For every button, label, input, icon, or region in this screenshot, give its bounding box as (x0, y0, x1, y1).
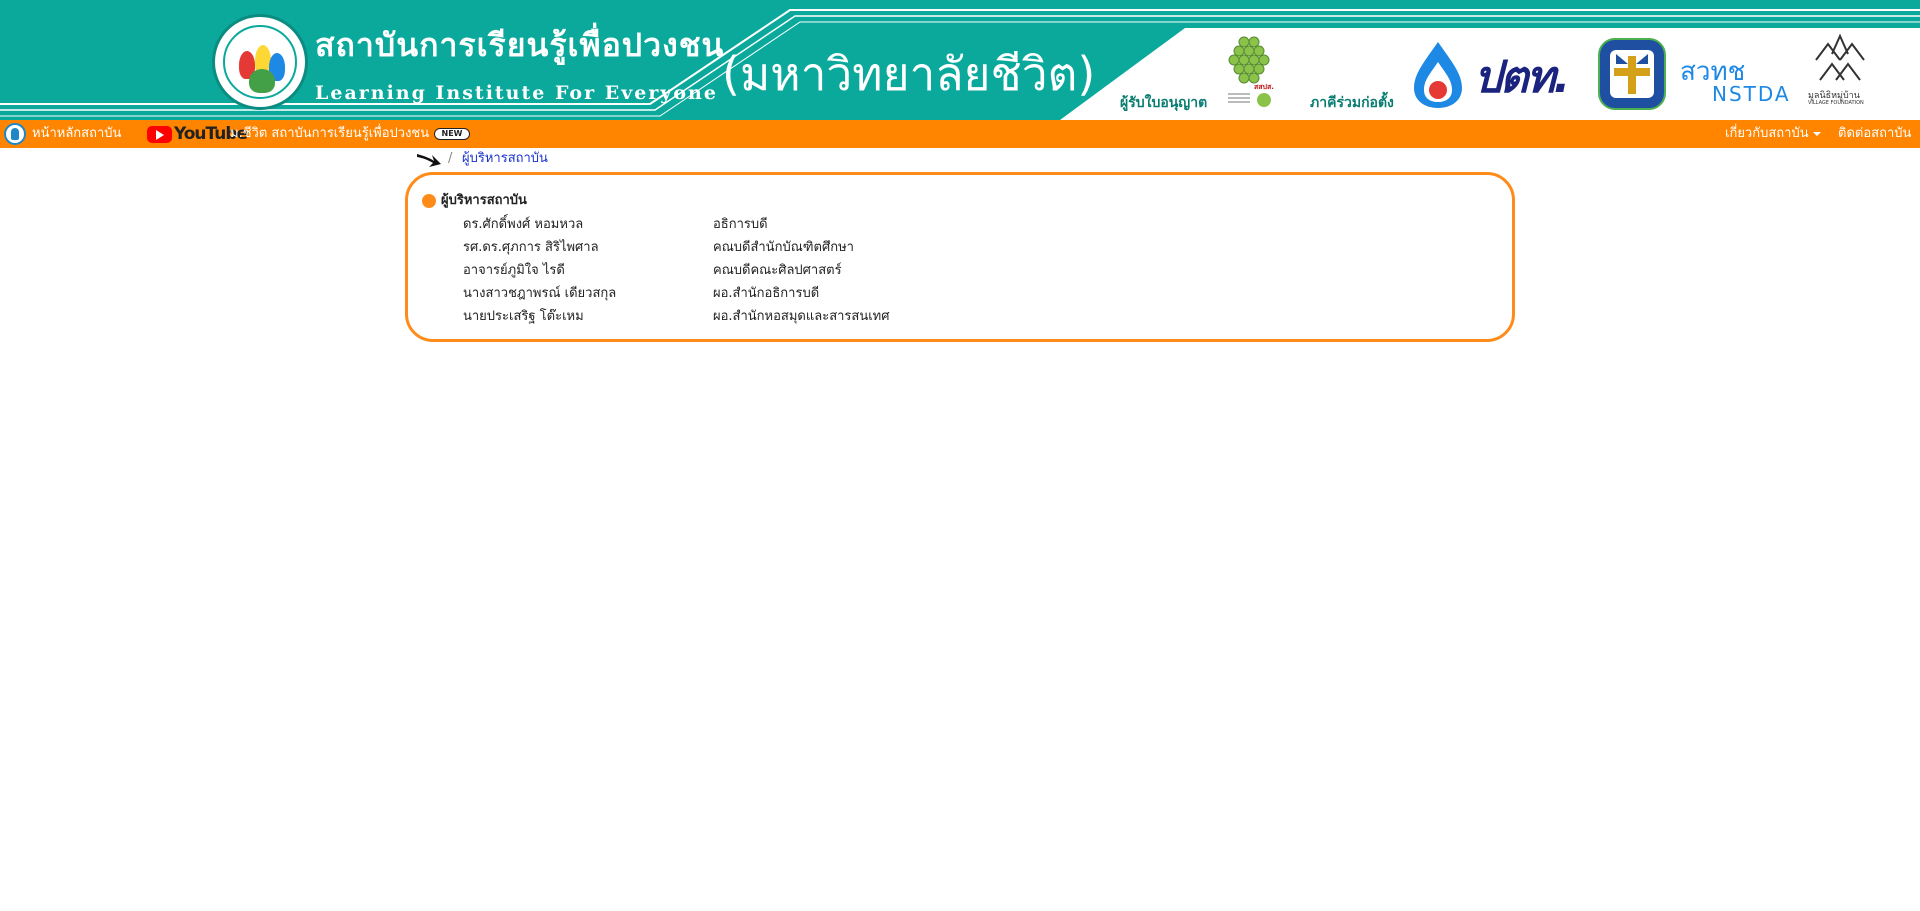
caret-down-icon (1812, 131, 1821, 136)
nav-about-dropdown[interactable]: เกี่ยวกับสถาบัน (1725, 120, 1821, 148)
ptt-text-logo: ปตท. (1474, 50, 1584, 110)
village-foundation-logo: มูลนิธิหมู่บ้าน VILLAGE FOUNDATION (1808, 30, 1872, 110)
ceif-logo: สสปส. (1222, 32, 1280, 112)
executive-position: อธิการบดี (713, 217, 768, 232)
executive-position: ผอ.สำนักอธิการบดี (713, 286, 820, 301)
nav-youtube-channel-link[interactable]: ม.ชีวิต สถาบันการเรียนรู้เพื่อปวงชน (230, 120, 429, 148)
youtube-play-icon (147, 126, 172, 143)
partner-label: ภาคีร่วมก่อตั้ง (1310, 95, 1394, 111)
institute-title-english: Learning Institute For Everyone (315, 82, 718, 104)
institute-subtitle: (มหาวิทยาลัยชีวิต) (722, 47, 1096, 101)
executive-name: นายประเสริฐ โต๊ะเหม (463, 309, 584, 324)
bank-shield-logo (1598, 38, 1666, 110)
nav-contact-link[interactable]: ติดต่อสถาบัน (1838, 120, 1911, 148)
list-item: นางสาวชฎาพรณ์ เดียวสกุล ผอ.สำนักอธิการบด… (463, 282, 1163, 305)
institute-title-thai: สถาบันการเรียนรู้เพื่อปวงชน (315, 26, 725, 64)
executive-name: ดร.ศักดิ์พงศ์ หอมหวล (463, 217, 584, 232)
list-item: ดร.ศักดิ์พงศ์ หอมหวล อธิการบดี (463, 213, 1163, 236)
executive-position: คณบดีคณะศิลปศาสตร์ (713, 263, 842, 278)
village-foundation-english: VILLAGE FOUNDATION (1808, 100, 1864, 106)
ceif-logo-text: สสปส. (1254, 83, 1274, 91)
nstda-logo: สวทช NSTDA (1680, 58, 1800, 108)
licensee-label: ผู้รับใบอนุญาต (1120, 95, 1208, 111)
nstda-english-text: NSTDA (1712, 82, 1791, 106)
new-badge-icon: NEW (434, 128, 470, 140)
breadcrumb-arrow-icon (417, 154, 441, 167)
site-banner: สถาบันการเรียนรู้เพื่อปวงชน Learning Ins… (0, 0, 1920, 120)
bullet-dot-icon (422, 194, 436, 208)
executive-name: นางสาวชฎาพรณ์ เดียวสกุล (463, 286, 617, 301)
executive-position: คณบดีสำนักบัณฑิตศึกษา (713, 240, 854, 255)
institute-seal-logo (212, 14, 308, 110)
home-globe-icon[interactable] (4, 123, 26, 145)
executives-panel: ผู้บริหารสถาบัน ดร.ศักดิ์พงศ์ หอมหวล อธิ… (405, 172, 1515, 342)
main-nav-bar: หน้าหลักสถาบัน YouTube ม.ชีวิต สถาบันการ… (0, 120, 1920, 148)
breadcrumb-separator: / (448, 151, 453, 166)
ptt-flame-logo (1412, 40, 1464, 110)
nav-about-label: เกี่ยวกับสถาบัน (1725, 126, 1809, 141)
nav-home-link[interactable]: หน้าหลักสถาบัน (32, 120, 121, 148)
list-item: นายประเสริฐ โต๊ะเหม ผอ.สำนักหอสมุดและสาร… (463, 305, 1163, 328)
list-item: รศ.ดร.ศุภการ สิริไพศาล คณบดีสำนักบัณฑิตศ… (463, 236, 1163, 259)
ptt-text: ปตท. (1474, 52, 1570, 103)
executive-position: ผอ.สำนักหอสมุดและสารสนเทศ (713, 309, 890, 324)
executives-list: ดร.ศักดิ์พงศ์ หอมหวล อธิการบดี รศ.ดร.ศุภ… (463, 213, 1163, 328)
list-item: อาจารย์ภูมิใจ ไรดี คณบดีคณะศิลปศาสตร์ (463, 259, 1163, 282)
executive-name: อาจารย์ภูมิใจ ไรดี (463, 263, 565, 278)
breadcrumb-current-link[interactable]: ผู้บริหารสถาบัน (462, 149, 548, 169)
section-title: ผู้บริหารสถาบัน (441, 193, 527, 208)
executive-name: รศ.ดร.ศุภการ สิริไพศาล (463, 240, 599, 255)
youtube-logo[interactable]: YouTube (147, 124, 248, 144)
